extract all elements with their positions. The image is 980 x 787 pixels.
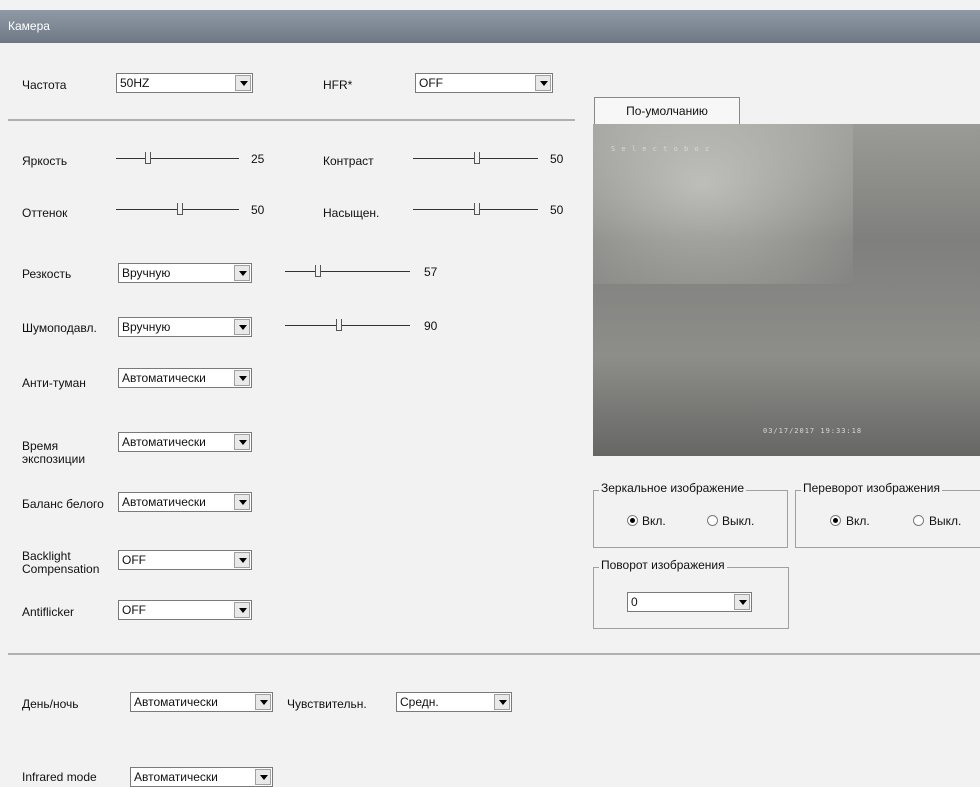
chevron-down-icon[interactable] (234, 319, 250, 335)
mirror-group-title: Зеркальное изображение (599, 481, 747, 495)
hue-value: 50 (251, 203, 265, 217)
mirror-off-radio[interactable] (707, 515, 718, 526)
contrast-label: Контраст (323, 154, 374, 168)
hfr-label: HFR* (323, 78, 353, 92)
contrast-slider[interactable] (413, 150, 538, 166)
white-balance-value: Автоматически (122, 495, 206, 509)
noise-value: 90 (424, 319, 438, 333)
backlight-label: Backlight Compensation (22, 549, 100, 576)
chevron-down-icon[interactable] (234, 494, 250, 510)
antifog-select[interactable]: Автоматически (118, 368, 252, 388)
noise-slider[interactable] (285, 317, 410, 333)
brightness-slider[interactable] (116, 150, 239, 166)
sensitivity-select[interactable]: Средн. (396, 692, 512, 712)
section-divider (8, 653, 980, 655)
video-preview: S e l e c t o b o z 03/17/2017 19:33:18 (593, 124, 980, 456)
antifog-value: Автоматически (122, 371, 206, 385)
slider-track (116, 158, 239, 159)
noise-mode-value: Вручную (122, 320, 171, 334)
chevron-down-icon[interactable] (255, 694, 271, 710)
infrared-value: Автоматически (134, 770, 218, 784)
hfr-select[interactable]: OFF (415, 73, 553, 93)
day-night-label: День/ночь (22, 697, 79, 711)
sharpness-mode-select[interactable]: Вручную (118, 263, 252, 283)
mirror-group (593, 490, 788, 548)
window-title-bar: Камера (0, 10, 980, 43)
slider-track (285, 271, 410, 272)
rotation-select[interactable]: 0 (627, 592, 752, 612)
day-night-select[interactable]: Автоматически (130, 692, 273, 712)
flip-off-radio[interactable] (913, 515, 924, 526)
white-balance-label: Баланс белого (22, 497, 104, 511)
antiflicker-value: OFF (122, 603, 146, 617)
chevron-down-icon[interactable] (535, 75, 551, 91)
chevron-down-icon[interactable] (234, 602, 250, 618)
rotation-value: 0 (631, 595, 638, 609)
tab-default[interactable]: По-умолчанию (594, 97, 740, 124)
sharpness-slider[interactable] (285, 263, 410, 279)
flip-off-label: Выкл. (929, 514, 962, 528)
chevron-down-icon[interactable] (494, 694, 510, 710)
chevron-down-icon[interactable] (234, 265, 250, 281)
section-divider (8, 119, 575, 121)
frequency-value: 50HZ (120, 76, 150, 90)
chevron-down-icon[interactable] (235, 75, 251, 91)
chevron-down-icon[interactable] (255, 769, 271, 785)
exposure-value: Автоматически (122, 435, 206, 449)
window-title: Камера (8, 19, 50, 33)
exposure-select[interactable]: Автоматически (118, 432, 252, 452)
sharpness-label: Резкость (22, 267, 72, 281)
osd-camera-name: S e l e c t o b o z (611, 145, 711, 153)
white-balance-select[interactable]: Автоматически (118, 492, 252, 512)
chevron-down-icon[interactable] (234, 370, 250, 386)
sensitivity-value: Средн. (400, 695, 439, 709)
chevron-down-icon[interactable] (734, 594, 750, 610)
mirror-on-radio[interactable] (627, 515, 638, 526)
mirror-off-label: Выкл. (722, 514, 755, 528)
frequency-label: Частота (22, 78, 67, 92)
saturation-slider[interactable] (413, 201, 538, 217)
backlight-value: OFF (122, 553, 146, 567)
slider-thumb[interactable] (315, 265, 321, 277)
chevron-down-icon[interactable] (234, 552, 250, 568)
exposure-label: Время экспозиции (22, 439, 86, 466)
saturation-value: 50 (550, 203, 564, 217)
sensitivity-label: Чувствительн. (287, 697, 367, 711)
rotation-group-title: Поворот изображения (599, 558, 727, 572)
slider-thumb[interactable] (145, 152, 151, 164)
slider-thumb[interactable] (474, 203, 480, 215)
day-night-value: Автоматически (134, 695, 218, 709)
noise-label: Шумоподавл. (22, 321, 97, 335)
slider-thumb[interactable] (474, 152, 480, 164)
slider-track (285, 325, 410, 326)
brightness-label: Яркость (22, 154, 68, 168)
flip-on-radio[interactable] (830, 515, 841, 526)
contrast-value: 50 (550, 152, 564, 166)
antiflicker-label: Antiflicker (22, 605, 75, 619)
slider-thumb[interactable] (177, 203, 183, 215)
hfr-value: OFF (419, 76, 443, 90)
noise-mode-select[interactable]: Вручную (118, 317, 252, 337)
infrared-label: Infrared mode (22, 770, 97, 784)
frequency-select[interactable]: 50HZ (116, 73, 253, 93)
infrared-select[interactable]: Автоматически (130, 767, 273, 787)
sharpness-mode-value: Вручную (122, 266, 171, 280)
chevron-down-icon[interactable] (234, 434, 250, 450)
hue-slider[interactable] (116, 201, 239, 217)
antifog-label: Анти-туман (22, 376, 86, 390)
flip-on-label: Вкл. (846, 514, 870, 528)
brightness-value: 25 (251, 152, 265, 166)
saturation-label: Насыщен. (323, 206, 380, 220)
antiflicker-select[interactable]: OFF (118, 600, 252, 620)
sharpness-value: 57 (424, 265, 438, 279)
mirror-on-label: Вкл. (642, 514, 666, 528)
osd-timestamp: 03/17/2017 19:33:18 (763, 427, 863, 435)
slider-thumb[interactable] (336, 319, 342, 331)
flip-group-title: Переворот изображения (801, 481, 942, 495)
backlight-select[interactable]: OFF (118, 550, 252, 570)
hue-label: Оттенок (22, 206, 68, 220)
